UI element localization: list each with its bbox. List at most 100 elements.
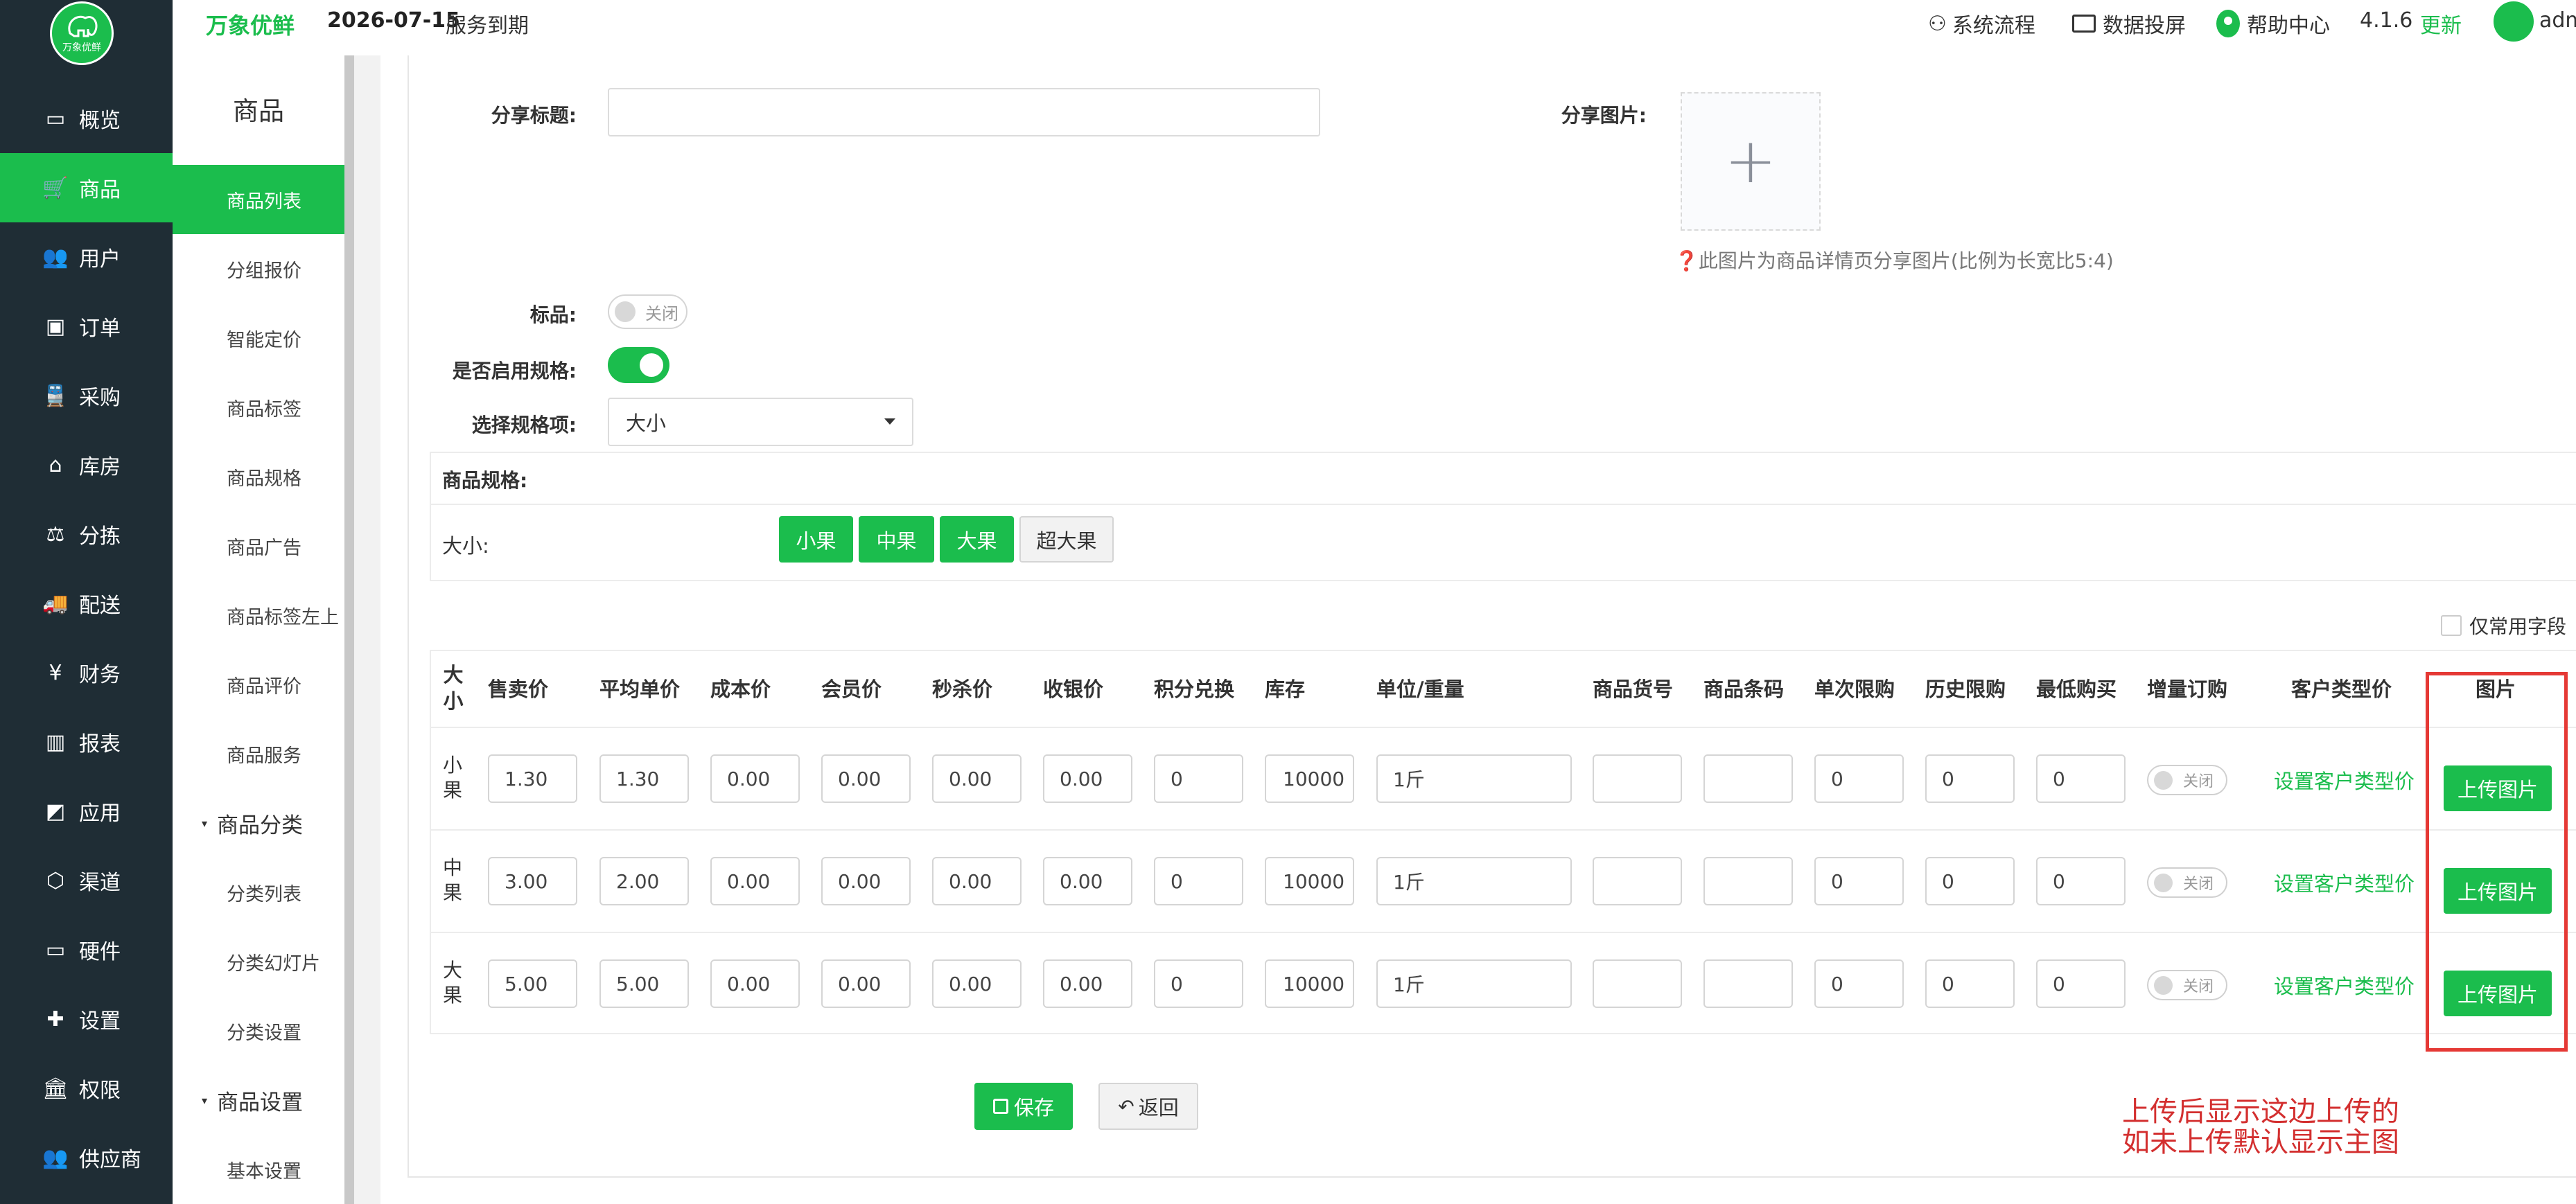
limit-once-input[interactable]: 0: [1814, 959, 1904, 1008]
subnav-item-8[interactable]: 商品服务: [173, 719, 344, 788]
subnav-item-category-1[interactable]: 分类幻灯片: [173, 927, 344, 996]
cashier-price-input[interactable]: 0.00: [1043, 857, 1132, 905]
limit-history-input[interactable]: 0: [1925, 857, 2015, 905]
save-button[interactable]: 保存: [974, 1083, 1073, 1130]
member-price-input[interactable]: 0.00: [821, 857, 911, 905]
common-fields-label[interactable]: 仅常用字段: [2469, 612, 2566, 639]
cost-price-input[interactable]: 0.00: [710, 857, 800, 905]
increment-toggle[interactable]: 关闭: [2147, 765, 2227, 795]
username[interactable]: adm: [2539, 8, 2576, 33]
nav-item-5[interactable]: ⌂ 库房: [0, 430, 173, 499]
min-buy-input[interactable]: 0: [2036, 959, 2126, 1008]
seckill-price-input[interactable]: 0.00: [932, 754, 1022, 803]
barcode-input[interactable]: [1703, 959, 1793, 1008]
spec-enable-toggle[interactable]: [608, 347, 669, 383]
nav-item-13[interactable]: ✚ 设置: [0, 984, 173, 1054]
subnav-item-6[interactable]: 商品标签左上: [173, 581, 344, 650]
system-process-link[interactable]: ⚇ 系统流程: [1928, 8, 2035, 39]
subnav-item-0[interactable]: 商品列表: [173, 165, 344, 234]
spec-option-large[interactable]: 大果: [940, 516, 1014, 563]
subnav-item-1[interactable]: 分组报价: [173, 234, 344, 303]
update-link[interactable]: 更新: [2420, 8, 2462, 39]
subnav-item-7[interactable]: 商品评价: [173, 650, 344, 719]
nav-item-9[interactable]: ▥ 报表: [0, 707, 173, 777]
sku-input[interactable]: [1593, 959, 1682, 1008]
cashier-price-input[interactable]: 0.00: [1043, 959, 1132, 1008]
barcode-input[interactable]: [1703, 857, 1793, 905]
share-title-input[interactable]: [608, 88, 1320, 136]
min-buy-input[interactable]: 0: [2036, 754, 2126, 803]
points-input[interactable]: 0: [1154, 959, 1243, 1008]
sidebar-scrollbar[interactable]: [344, 55, 354, 1204]
help-center-link[interactable]: 帮助中心: [2216, 8, 2330, 39]
cost-price-input[interactable]: 0.00: [710, 754, 800, 803]
common-fields-checkbox[interactable]: [2441, 615, 2462, 636]
sku-input[interactable]: [1593, 754, 1682, 803]
subnav-group[interactable]: ▾ 商品设置: [173, 1065, 344, 1135]
subnav-item-5[interactable]: 商品广告: [173, 511, 344, 581]
spec-select-dropdown[interactable]: 大小: [608, 398, 913, 446]
nav-item-15[interactable]: 👥 供应商: [0, 1123, 173, 1192]
spec-option-medium[interactable]: 中果: [859, 516, 934, 563]
limit-history-input[interactable]: 0: [1925, 754, 2015, 803]
unit-weight-input[interactable]: 1斤: [1376, 959, 1572, 1008]
limit-once-input[interactable]: 0: [1814, 754, 1904, 803]
points-input[interactable]: 0: [1154, 857, 1243, 905]
member-price-input[interactable]: 0.00: [821, 959, 911, 1008]
cashier-price-input[interactable]: 0.00: [1043, 754, 1132, 803]
back-button[interactable]: ↶ 返回: [1098, 1083, 1198, 1130]
sale-price-input[interactable]: 5.00: [488, 959, 577, 1008]
nav-item-3[interactable]: ▣ 订单: [0, 292, 173, 361]
seckill-price-input[interactable]: 0.00: [932, 959, 1022, 1008]
limit-once-input[interactable]: 0: [1814, 857, 1904, 905]
sku-input[interactable]: [1593, 857, 1682, 905]
user-avatar[interactable]: [2492, 0, 2535, 43]
brand-logo[interactable]: 万象优鲜: [50, 1, 114, 65]
nav-item-12[interactable]: ▭ 硬件: [0, 915, 173, 984]
nav-item-1[interactable]: 🛒 商品: [0, 153, 173, 222]
subnav-item-category-2[interactable]: 分类设置: [173, 996, 344, 1065]
sale-price-input[interactable]: 1.30: [488, 754, 577, 803]
seckill-price-input[interactable]: 0.00: [932, 857, 1022, 905]
nav-item-10[interactable]: ◩ 应用: [0, 777, 173, 846]
unit-weight-input[interactable]: 1斤: [1376, 754, 1572, 803]
nav-item-0[interactable]: ▭ 概览: [0, 84, 173, 153]
subnav-group[interactable]: ▾ 商品分类: [173, 788, 344, 858]
nav-item-14[interactable]: 🏛 权限: [0, 1054, 173, 1123]
spec-option-small[interactable]: 小果: [779, 516, 853, 563]
avg-price-input[interactable]: 5.00: [599, 959, 689, 1008]
barcode-input[interactable]: [1703, 754, 1793, 803]
standard-product-toggle[interactable]: 关闭: [608, 294, 687, 329]
nav-item-11[interactable]: ⬡ 渠道: [0, 846, 173, 915]
cost-price-input[interactable]: 0.00: [710, 959, 800, 1008]
limit-history-input[interactable]: 0: [1925, 959, 2015, 1008]
spec-option-xlarge[interactable]: 超大果: [1019, 516, 1114, 563]
increment-toggle[interactable]: 关闭: [2147, 867, 2227, 898]
share-image-uploader[interactable]: +: [1681, 92, 1821, 231]
data-screen-link[interactable]: 数据投屏: [2072, 8, 2186, 39]
avg-price-input[interactable]: 2.00: [599, 857, 689, 905]
subnav-item-settings-0[interactable]: 基本设置: [173, 1135, 344, 1204]
subnav-item-category-0[interactable]: 分类列表: [173, 858, 344, 927]
nav-item-6[interactable]: ⚖ 分拣: [0, 499, 173, 569]
stock-input[interactable]: 10000: [1265, 959, 1354, 1008]
subnav-item-2[interactable]: 智能定价: [173, 303, 344, 373]
unit-weight-input[interactable]: 1斤: [1376, 857, 1572, 905]
subnav-item-3[interactable]: 商品标签: [173, 373, 344, 442]
nav-item-4[interactable]: 🚆 采购: [0, 361, 173, 430]
sale-price-input[interactable]: 3.00: [488, 857, 577, 905]
stock-input[interactable]: 10000: [1265, 857, 1354, 905]
min-buy-input[interactable]: 0: [2036, 857, 2126, 905]
nav-item-8[interactable]: ¥ 财务: [0, 638, 173, 707]
avg-price-input[interactable]: 1.30: [599, 754, 689, 803]
increment-toggle[interactable]: 关闭: [2147, 970, 2227, 1000]
nav-item-7[interactable]: 🚚 配送: [0, 569, 173, 638]
subnav-item-4[interactable]: 商品规格: [173, 442, 344, 511]
set-customer-type-price-link[interactable]: 设置客户类型价: [2274, 868, 2415, 897]
points-input[interactable]: 0: [1154, 754, 1243, 803]
stock-input[interactable]: 10000: [1265, 754, 1354, 803]
set-customer-type-price-link[interactable]: 设置客户类型价: [2274, 765, 2415, 795]
set-customer-type-price-link[interactable]: 设置客户类型价: [2274, 971, 2415, 1000]
nav-item-2[interactable]: 👥 用户: [0, 222, 173, 292]
member-price-input[interactable]: 0.00: [821, 754, 911, 803]
